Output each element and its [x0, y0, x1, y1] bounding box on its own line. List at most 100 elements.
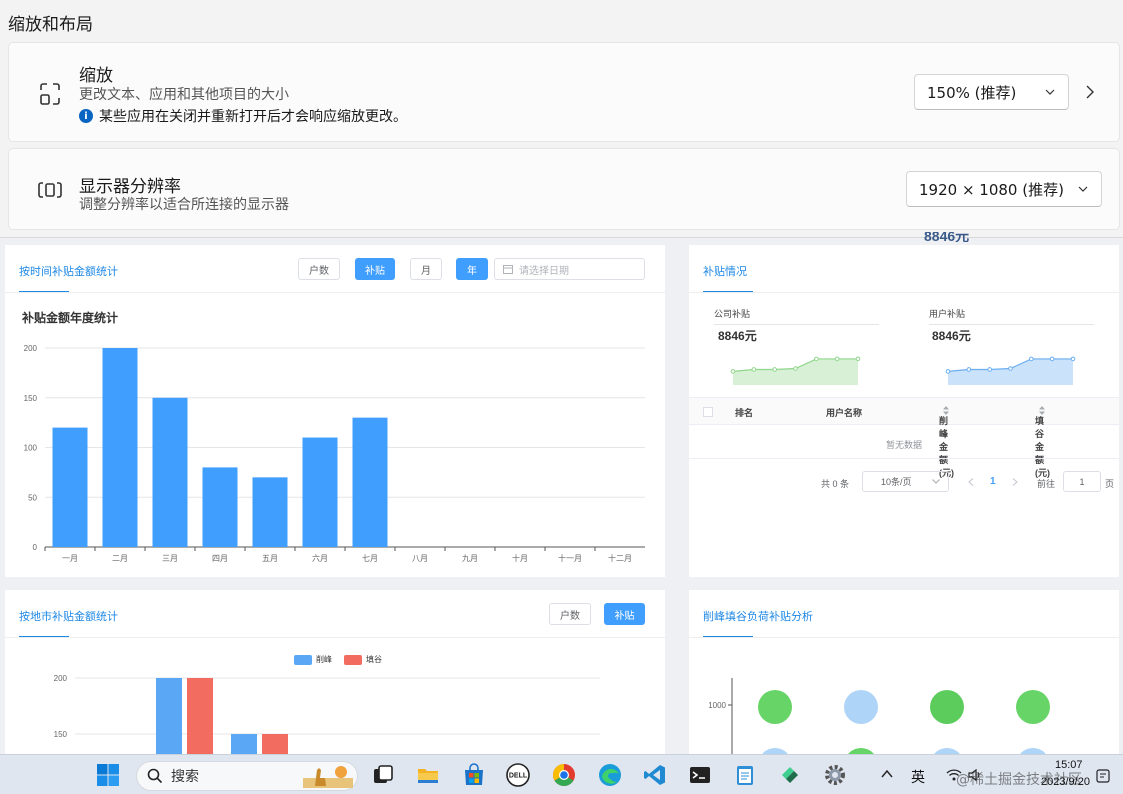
chart-title: 补贴金额年度统计	[22, 311, 119, 325]
panel-title: 削峰填谷负荷补贴分析	[703, 611, 813, 623]
vscode-icon[interactable]	[643, 763, 667, 787]
x-tick-label: 十月	[512, 553, 528, 563]
scale-icon	[40, 83, 60, 105]
scale-setting-card[interactable]: 缩放 更改文本、应用和其他项目的大小 i 某些应用在关闭并重新打开后才会响应缩放…	[8, 42, 1120, 142]
month-button[interactable]: 月	[410, 258, 442, 280]
legend-item[interactable]: 填谷	[344, 654, 382, 665]
bar	[352, 417, 388, 547]
x-tick-label: 十一月	[558, 553, 582, 563]
pagination-total: 共 0 条	[821, 479, 850, 489]
x-tick-label: 二月	[112, 554, 128, 563]
scale-dropdown-value: 150% (推荐)	[927, 83, 1017, 102]
peak-valley-panel: 削峰填谷负荷补贴分析 1000	[689, 590, 1119, 754]
chevron-down-icon	[1045, 89, 1055, 95]
year-button[interactable]: 年	[456, 258, 488, 280]
divider	[714, 324, 879, 325]
current-page[interactable]: 1	[990, 476, 996, 487]
resolution-icon	[38, 182, 62, 198]
peak-valley-scatter-chart: 1000	[708, 678, 1050, 754]
background-peek-text: 8846元	[924, 232, 970, 242]
x-tick-label: 七月	[362, 554, 378, 563]
edge-icon[interactable]	[598, 763, 622, 787]
chevron-up-icon[interactable]	[881, 769, 893, 779]
subsidy-button[interactable]: 补贴	[604, 603, 645, 625]
legend-item[interactable]: 削峰	[294, 654, 332, 665]
search-highlight-image	[303, 766, 353, 788]
user-subsidy-label: 用户补贴	[929, 309, 966, 319]
chevron-right-icon[interactable]	[1083, 85, 1097, 99]
annual-subsidy-bar-chart: 0 50 100 150 200 一月 二月 三月 四月 五月 六月 七月 八月 九月 十月 十一月 十二月	[24, 344, 645, 563]
column-valley-amount[interactable]: 填谷金额(元)	[1035, 406, 1050, 478]
taskbar-search[interactable]: 搜索	[136, 761, 358, 791]
section-title: 缩放和布局	[8, 15, 93, 35]
households-button[interactable]: 户数	[549, 603, 591, 625]
scatter-point	[758, 690, 792, 724]
prev-page-icon[interactable]	[968, 478, 974, 486]
resolution-dropdown[interactable]: 1920 × 1080 (推荐)	[906, 171, 1102, 207]
bar	[156, 678, 182, 754]
x-tick-label: 四月	[212, 554, 228, 563]
date-picker-input[interactable]: 请选择日期	[494, 258, 645, 280]
clock-date[interactable]: 2023/9/20	[1041, 776, 1090, 788]
bar	[231, 734, 257, 754]
time-statistics-panel: 按时间补贴金额统计 户数 补贴 月 年 请选择日期 补贴金额年度统计 0 50 10…	[5, 245, 665, 577]
select-all-checkbox[interactable]	[703, 407, 713, 417]
notepad-icon[interactable]	[733, 763, 757, 787]
terminal-icon[interactable]	[688, 763, 712, 787]
file-explorer-icon[interactable]	[416, 763, 440, 787]
scale-title: 缩放	[79, 66, 113, 86]
company-subsidy-value: 8846元	[718, 329, 757, 343]
panel-divider	[689, 292, 1119, 293]
settings-gear-icon[interactable]	[823, 763, 847, 787]
y-tick-label: 100	[24, 444, 38, 453]
scatter-point	[844, 690, 878, 724]
microsoft-store-icon[interactable]	[462, 763, 486, 787]
sparkline-point	[772, 367, 777, 372]
panel-divider	[5, 637, 665, 638]
column-peak-amount[interactable]: 削峰金额(元)	[939, 406, 954, 478]
subsidy-button[interactable]: 补贴	[355, 258, 395, 280]
bar	[302, 437, 338, 547]
y-tick-label: 150	[24, 394, 38, 403]
sparkline-point	[1049, 356, 1055, 362]
households-button[interactable]: 户数	[298, 258, 340, 280]
sparkline-point	[834, 356, 840, 362]
x-tick-label: 八月	[412, 554, 428, 563]
app-icon[interactable]	[778, 763, 802, 787]
x-tick-label: 九月	[462, 554, 478, 563]
chart-legend: 削峰 填谷	[294, 654, 382, 665]
company-subsidy-sparkline	[730, 356, 861, 385]
subsidy-situation-panel: 补贴情况 公司补贴 8846元 用户补贴 8846元 排名 用户名称 削峰金额(…	[689, 245, 1119, 577]
notification-icon[interactable]	[1096, 769, 1110, 783]
x-tick-label: 六月	[312, 553, 328, 563]
city-subsidy-bar-chart: 150 200	[54, 674, 600, 754]
legend-label: 削峰	[316, 655, 332, 664]
sparkline-point	[966, 367, 972, 372]
y-tick-label: 0	[33, 543, 38, 552]
y-tick-label: 50	[28, 493, 37, 502]
scale-note: i 某些应用在关闭并重新打开后才会响应缩放更改。	[79, 106, 407, 126]
bar	[152, 397, 188, 547]
chevron-down-icon	[1078, 186, 1088, 192]
sparkline-point	[855, 356, 861, 362]
city-statistics-panel: 按地市补贴金额统计 户数 补贴 削峰 填谷 150 200	[5, 590, 665, 754]
dell-icon[interactable]: DELL	[506, 763, 530, 787]
column-rank: 排名	[735, 408, 754, 418]
goto-page-input[interactable]: 1	[1063, 471, 1101, 492]
empty-data-text: 暂无数据	[885, 440, 922, 450]
page-size-select[interactable]: 10条/页	[862, 471, 949, 492]
resolution-setting-card[interactable]: 显示器分辨率 调整分辨率以适合所连接的显示器 1920 × 1080 (推荐)	[8, 148, 1120, 230]
bar	[262, 734, 288, 754]
chrome-icon[interactable]	[552, 763, 576, 787]
task-view-icon[interactable]	[371, 763, 395, 787]
panel-title: 按时间补贴金额统计	[19, 266, 118, 278]
search-icon	[147, 768, 163, 784]
scale-dropdown[interactable]: 150% (推荐)	[914, 74, 1069, 110]
ime-indicator[interactable]: 英	[911, 767, 925, 787]
clock-time[interactable]: 15:07	[1055, 759, 1083, 771]
next-page-icon[interactable]	[1012, 478, 1018, 486]
chevron-down-icon	[932, 479, 940, 484]
start-icon[interactable]	[96, 763, 120, 787]
company-subsidy-label: 公司补贴	[714, 309, 751, 319]
sparkline-point	[730, 369, 736, 374]
